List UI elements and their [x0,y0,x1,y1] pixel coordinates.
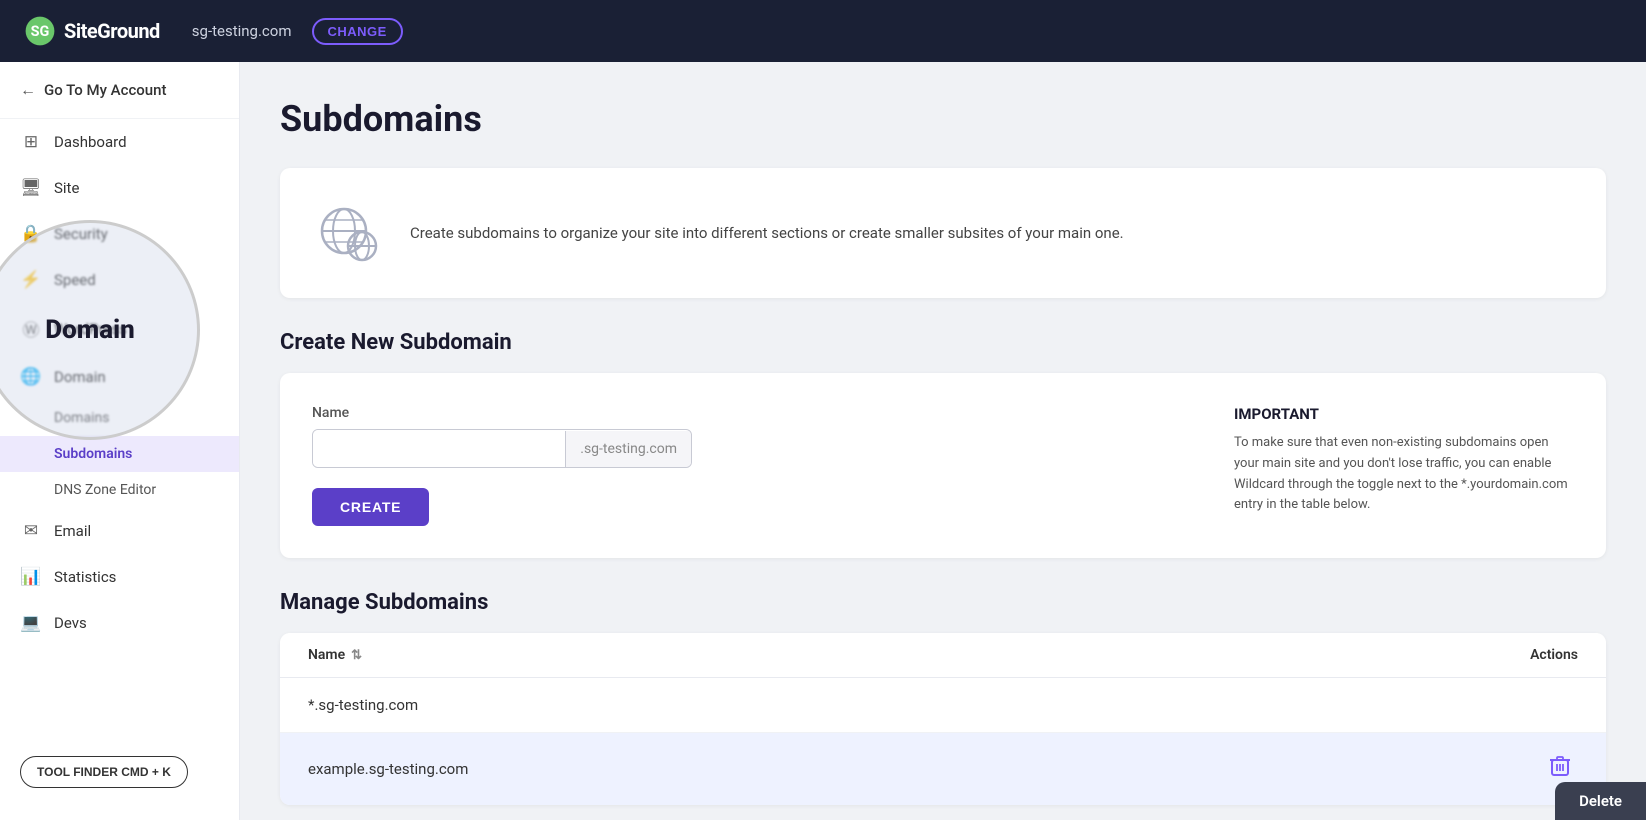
create-form: Name .sg-testing.com CREATE [312,405,1186,526]
table-header: Name ⇅ Actions [280,633,1606,678]
sidebar: ← Go To My Account ⊞ Dashboard 🖥 Site 🔒 … [0,62,240,820]
email-icon: ✉ [20,521,42,541]
sidebar-item-dashboard[interactable]: ⊞ Dashboard [0,119,239,165]
subdomain-input-row: .sg-testing.com [312,429,692,468]
domain-suffix: .sg-testing.com [565,431,691,467]
sidebar-item-label: Devs [54,614,87,632]
sidebar-item-label: Email [54,522,91,540]
dns-zone-editor-label: DNS Zone Editor [54,482,156,498]
sidebar-item-label: Dashboard [54,133,127,151]
sidebar-back-label: Go To My Account [44,81,166,99]
wordpress-icon: Ⓦ [20,316,42,341]
domain-subitems: Domains Subdomains DNS Zone Editor [0,400,239,508]
manage-section: Manage Subdomains Name ⇅ Actions *.sg-te… [280,590,1606,805]
globe-icon-wrap [312,196,382,270]
info-card: Create subdomains to organize your site … [280,168,1606,298]
subdomains-label: Subdomains [54,446,132,462]
sidebar-item-label: Security [54,225,108,243]
create-section-title: Create New Subdomain [280,330,1606,355]
subdomains-table: Name ⇅ Actions *.sg-testing.com example.… [280,633,1606,805]
speed-icon: ⚡ [20,270,42,290]
table-row: example.sg-testing.com [280,733,1606,805]
sidebar-item-wordpress[interactable]: Ⓦ WordPress [0,303,239,354]
sidebar-item-label: Speed [54,271,96,289]
sidebar-item-label: Statistics [54,568,116,586]
logo-text: SiteGround [64,19,160,43]
name-column-label: Name [308,647,345,663]
sort-icon[interactable]: ⇅ [351,648,362,663]
siteground-logo-icon: SG [24,15,56,47]
table-header-name: Name ⇅ [308,647,362,663]
create-card: Name .sg-testing.com CREATE IMPORTANT To… [280,373,1606,558]
name-label: Name [312,405,1186,421]
sidebar-footer: TOOL FINDER CMD + K [0,740,239,804]
go-to-my-account-link[interactable]: ← Go To My Account [0,62,239,119]
subdomain-name-input[interactable] [313,430,565,467]
important-box: IMPORTANT To make sure that even non-exi… [1234,405,1574,526]
tool-finder-button[interactable]: TOOL FINDER CMD + K [20,756,188,788]
create-subdomain-button[interactable]: CREATE [312,488,429,526]
globe-icon [312,196,382,266]
subdomain-name: *.sg-testing.com [308,696,418,714]
sidebar-item-label: Site [54,179,79,197]
trash-icon [1550,755,1570,777]
security-icon: 🔒 [20,224,42,244]
domains-label: Domains [54,410,109,426]
svg-text:SG: SG [31,23,50,40]
info-card-text: Create subdomains to organize your site … [410,222,1124,245]
table-row: *.sg-testing.com [280,678,1606,733]
delete-tooltip: Delete [1555,782,1646,820]
back-arrow-icon: ← [20,80,36,100]
page-title: Subdomains [280,98,1606,140]
important-title: IMPORTANT [1234,405,1574,423]
logo-area: SG SiteGround [24,15,160,47]
sidebar-subitem-dns-zone-editor[interactable]: DNS Zone Editor [0,472,239,508]
sidebar-item-devs[interactable]: 💻 Devs [0,600,239,646]
sidebar-item-label: Domain [54,368,106,386]
important-text: To make sure that even non-existing subd… [1234,433,1574,516]
manage-section-title: Manage Subdomains [280,590,1606,615]
devs-icon: 💻 [20,613,42,633]
dashboard-icon: ⊞ [20,132,42,152]
sidebar-item-label: WordPress [54,320,127,338]
sidebar-item-domain[interactable]: 🌐 Domain [0,354,239,400]
change-button[interactable]: CHANGE [312,18,403,45]
sidebar-item-email[interactable]: ✉ Email [0,508,239,554]
sidebar-item-security[interactable]: 🔒 Security [0,211,239,257]
table-header-actions: Actions [1530,647,1578,663]
sidebar-subitem-domains[interactable]: Domains [0,400,239,436]
sidebar-item-speed[interactable]: ⚡ Speed [0,257,239,303]
main-content: Subdomains Create subdomains to organize… [240,62,1646,820]
subdomain-name: example.sg-testing.com [308,760,468,778]
topnav: SG SiteGround sg-testing.com CHANGE [0,0,1646,62]
topnav-domain: sg-testing.com [192,22,292,40]
sidebar-subitem-subdomains[interactable]: Subdomains [0,436,239,472]
sidebar-item-statistics[interactable]: 📊 Statistics [0,554,239,600]
site-icon: 🖥 [20,178,42,198]
domain-icon: 🌐 [20,367,42,387]
sidebar-item-site[interactable]: 🖥 Site [0,165,239,211]
statistics-icon: 📊 [20,567,42,587]
